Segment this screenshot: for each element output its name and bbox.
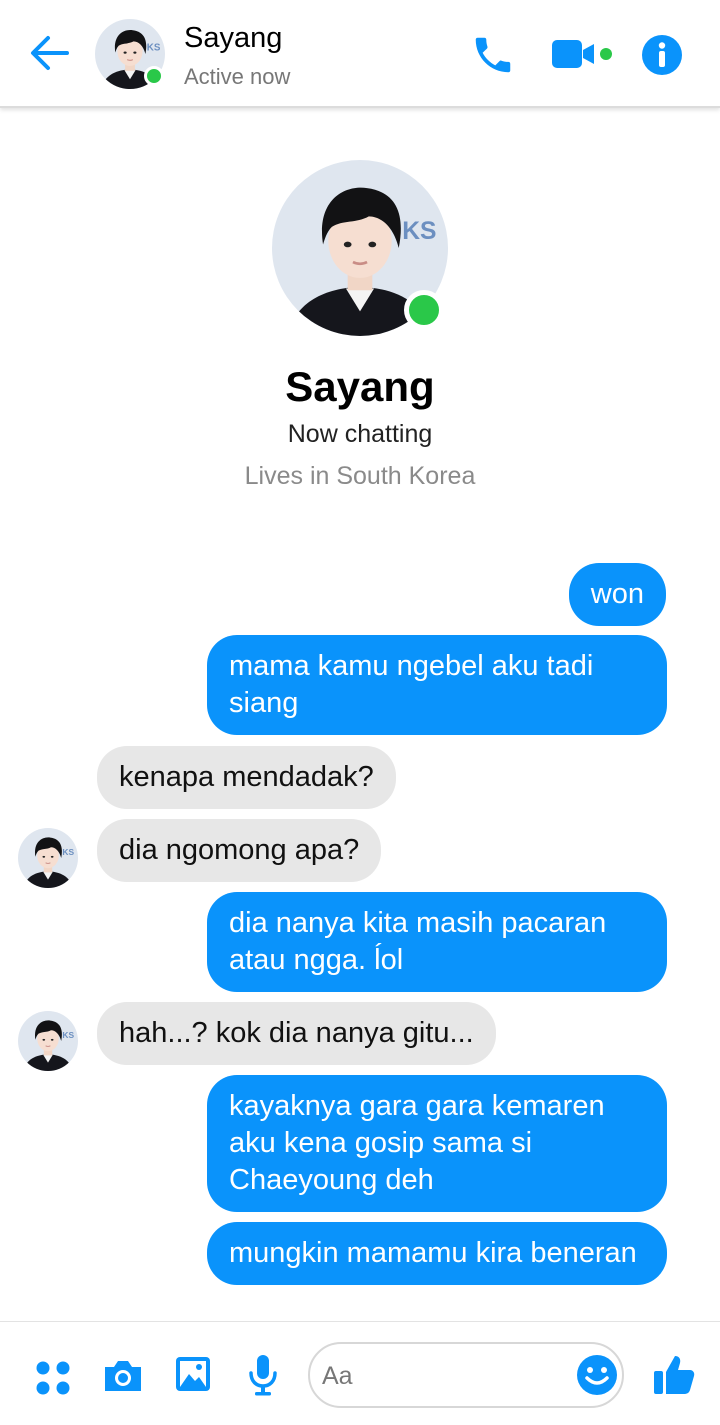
profile-location: Lives in South Korea [244,462,476,490]
info-icon [642,35,682,75]
message-composer [0,1321,720,1425]
video-camera-icon [552,40,612,68]
profile-avatar[interactable] [272,160,448,336]
active-status-dot [144,66,164,86]
contact-status: Active now [184,64,291,89]
avatar [18,1011,78,1071]
sender-avatar[interactable] [18,828,78,888]
video-call-button[interactable] [550,34,616,74]
message-input[interactable] [322,1358,552,1394]
sender-avatar[interactable] [18,1011,78,1071]
call-button[interactable] [470,32,516,78]
image-icon [176,1357,210,1391]
thumbs-up-icon [654,1356,695,1394]
profile-name: Sayang [285,363,435,410]
camera-button[interactable] [101,1355,145,1402]
voice-button[interactable] [246,1353,280,1402]
profile-subtitle: Now chatting [287,420,433,448]
back-button[interactable] [26,30,72,76]
gallery-button[interactable] [174,1355,212,1398]
phone-icon [475,37,511,73]
contact-avatar[interactable] [95,19,165,89]
microphone-icon [249,1355,277,1396]
info-button[interactable] [641,34,683,76]
like-button[interactable] [652,1352,696,1401]
avatar [18,828,78,888]
chat-header: Sayang Active now [0,0,720,108]
arrow-left-icon [31,36,69,70]
message-input-box[interactable] [308,1342,624,1408]
active-status-dot [404,290,444,330]
received-message[interactable]: dia ngomong apa? [97,819,382,882]
sent-message[interactable]: dia nanya kita masih pacaran atau ngga. … [207,892,667,992]
more-actions-button[interactable] [34,1359,72,1402]
received-message[interactable]: kenapa mendadak? [97,746,396,809]
emoji-button[interactable] [576,1354,618,1401]
sent-message[interactable]: mungkin mamamu kira beneran [207,1222,667,1285]
camera-icon [105,1361,141,1391]
sent-message[interactable]: kayaknya gara gara kemaren aku kena gosi… [207,1075,667,1212]
smiley-icon [577,1355,617,1395]
grid-dots-icon [36,1361,70,1395]
sent-message[interactable]: won [568,563,666,626]
sent-message[interactable]: mama kamu ngebel aku tadi siang [207,635,667,735]
received-message[interactable]: hah...? kok dia nanya gitu... [97,1002,496,1065]
contact-name[interactable]: Sayang [184,22,282,55]
